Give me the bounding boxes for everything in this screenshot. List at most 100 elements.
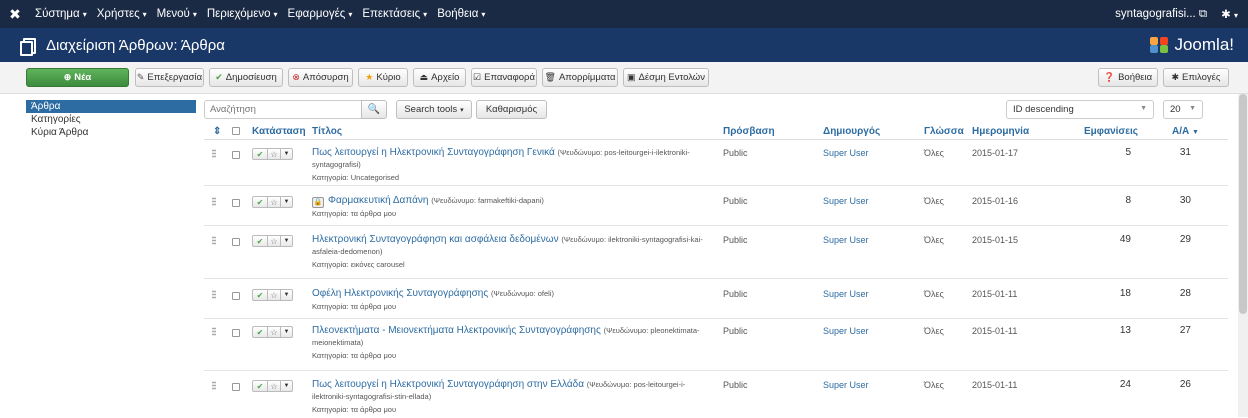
help-button[interactable]: ❓ Βοήθεια bbox=[1098, 68, 1158, 87]
brand-text: Joomla! bbox=[1174, 35, 1234, 54]
actions-dropdown[interactable]: ▼ bbox=[281, 235, 293, 247]
drag-handle[interactable] bbox=[212, 236, 216, 245]
select-all-checkbox[interactable] bbox=[232, 127, 240, 135]
published-toggle[interactable]: ✔ bbox=[252, 148, 268, 160]
vertical-scrollbar[interactable] bbox=[1238, 94, 1248, 417]
column-title[interactable]: Τίτλος bbox=[312, 126, 342, 137]
button-label: Δέσμη Εντολών bbox=[638, 72, 705, 83]
author-link[interactable]: Super User bbox=[823, 235, 869, 245]
trash-icon: 🗑 bbox=[544, 72, 556, 82]
published-toggle[interactable]: ✔ bbox=[252, 326, 268, 338]
featured-toggle[interactable]: ☆ bbox=[268, 196, 281, 208]
drag-handle[interactable] bbox=[212, 149, 216, 158]
search-button[interactable]: 🔍 bbox=[361, 100, 387, 119]
sidebar-item-categories[interactable]: Κατηγορίες bbox=[26, 113, 196, 126]
article-category: Κατηγορία: τα άρθρα μου bbox=[312, 351, 397, 360]
new-button[interactable]: ⊕ Νέα bbox=[26, 68, 129, 87]
row-checkbox[interactable] bbox=[232, 383, 240, 391]
drag-handle[interactable] bbox=[212, 197, 216, 206]
batch-button[interactable]: ▣ Δέσμη Εντολών bbox=[623, 68, 709, 87]
archive-button[interactable]: ⏏ Αρχείο bbox=[413, 68, 466, 87]
scrollbar-thumb[interactable] bbox=[1239, 94, 1247, 314]
published-toggle[interactable]: ✔ bbox=[252, 289, 268, 301]
edit-button[interactable]: ✎ Επεξεργασία bbox=[135, 68, 204, 87]
article-title-link[interactable]: Πως λειτουργεί η Ηλεκτρονική Συνταγογράφ… bbox=[312, 379, 584, 390]
featured-toggle[interactable]: ☆ bbox=[268, 326, 281, 338]
menu-menus[interactable]: Μενού ▾ bbox=[152, 8, 202, 20]
sidebar-item-articles[interactable]: Άρθρα bbox=[26, 100, 196, 113]
column-language[interactable]: Γλώσσα bbox=[924, 126, 964, 137]
author-link[interactable]: Super User bbox=[823, 380, 869, 390]
site-link[interactable]: syntagografisi... ⧉ bbox=[1115, 8, 1207, 21]
author-link[interactable]: Super User bbox=[823, 289, 869, 299]
ordering-select[interactable]: ID descending ▼ bbox=[1006, 100, 1154, 119]
table-row: ✔ ☆ ▼ Ηλεκτρονική Συνταγογράφηση και ασφ… bbox=[204, 233, 1228, 279]
ordering-sort-icon[interactable]: ⇕ bbox=[213, 126, 221, 137]
drag-handle[interactable] bbox=[212, 381, 216, 390]
access-cell: Public bbox=[723, 235, 748, 245]
row-checkbox[interactable] bbox=[232, 199, 240, 207]
search-tools-button[interactable]: Search tools ▾ bbox=[396, 100, 472, 119]
article-title-link[interactable]: Οφέλη Ηλεκτρονικής Συνταγογράφησης bbox=[312, 288, 488, 299]
featured-button[interactable]: ★ Κύριο bbox=[358, 68, 408, 87]
joomla-icon[interactable]: ✖ bbox=[0, 6, 30, 23]
lock-icon[interactable]: 🔒 bbox=[312, 197, 324, 208]
sort-desc-icon: ▼ bbox=[1192, 129, 1199, 136]
clear-button[interactable]: Καθαρισμός bbox=[476, 100, 547, 119]
menu-users[interactable]: Χρήστες ▾ bbox=[92, 8, 152, 20]
article-title-link[interactable]: Πως λειτουργεί η Ηλεκτρονική Συνταγογράφ… bbox=[312, 147, 555, 158]
author-link[interactable]: Super User bbox=[823, 148, 869, 158]
trash-button[interactable]: 🗑 Απορρίμματα bbox=[542, 68, 618, 87]
menu-help[interactable]: Βοήθεια ▾ bbox=[432, 8, 490, 20]
row-checkbox[interactable] bbox=[232, 238, 240, 246]
menu-content[interactable]: Περιεχόμενο ▾ bbox=[202, 8, 283, 20]
column-access[interactable]: Πρόσβαση bbox=[723, 126, 775, 137]
menu-label: Σύστημα bbox=[35, 8, 80, 20]
featured-toggle[interactable]: ☆ bbox=[268, 148, 281, 160]
row-checkbox[interactable] bbox=[232, 329, 240, 337]
search-icon: 🔍 bbox=[367, 104, 381, 115]
article-title-link[interactable]: Πλεονεκτήματα - Μειονεκτήματα Ηλεκτρονικ… bbox=[312, 325, 601, 336]
column-status[interactable]: Κατάσταση bbox=[252, 126, 306, 137]
menu-extensions[interactable]: Επεκτάσεις ▾ bbox=[357, 8, 432, 20]
actions-dropdown[interactable]: ▼ bbox=[281, 289, 293, 301]
publish-button[interactable]: ✔ Δημοσίευση bbox=[209, 68, 283, 87]
menu-components[interactable]: Εφαρμογές ▾ bbox=[283, 8, 358, 20]
drag-handle[interactable] bbox=[212, 327, 216, 336]
article-title-link[interactable]: Ηλεκτρονική Συνταγογράφηση και ασφάλεια … bbox=[312, 234, 559, 245]
featured-toggle[interactable]: ☆ bbox=[268, 380, 281, 392]
published-toggle[interactable]: ✔ bbox=[252, 380, 268, 392]
button-label: Απόσυρση bbox=[302, 72, 349, 83]
joomla-logo: Joomla! bbox=[1150, 35, 1234, 55]
featured-toggle[interactable]: ☆ bbox=[268, 289, 281, 301]
actions-dropdown[interactable]: ▼ bbox=[281, 196, 293, 208]
row-checkbox[interactable] bbox=[232, 292, 240, 300]
author-link[interactable]: Super User bbox=[823, 196, 869, 206]
article-title-block: Πως λειτουργεί η Ηλεκτρονική Συνταγογράφ… bbox=[312, 147, 712, 171]
column-date[interactable]: Ημερομηνία bbox=[972, 126, 1029, 137]
options-button[interactable]: ✱ Επιλογές bbox=[1163, 68, 1229, 87]
article-title-link[interactable]: Φαρμακευτική Δαπάνη bbox=[328, 195, 428, 206]
limit-select[interactable]: 20 ▼ bbox=[1163, 100, 1203, 119]
actions-dropdown[interactable]: ▼ bbox=[281, 380, 293, 392]
language-cell: Όλες bbox=[924, 196, 944, 206]
user-menu[interactable]: ✱ ▾ bbox=[1221, 7, 1238, 21]
checkin-button[interactable]: ☑ Επαναφορά bbox=[471, 68, 537, 87]
actions-dropdown[interactable]: ▼ bbox=[281, 326, 293, 338]
search-input[interactable] bbox=[204, 100, 361, 119]
unpublish-button[interactable]: ⊗ Απόσυρση bbox=[288, 68, 353, 87]
drag-handle[interactable] bbox=[212, 290, 216, 299]
author-link[interactable]: Super User bbox=[823, 326, 869, 336]
gear-icon: ✱ bbox=[1171, 72, 1180, 82]
menu-system[interactable]: Σύστημα ▾ bbox=[30, 8, 92, 20]
published-toggle[interactable]: ✔ bbox=[252, 196, 268, 208]
edit-icon: ✎ bbox=[136, 72, 145, 82]
column-author[interactable]: Δημιουργός bbox=[823, 126, 880, 137]
sidebar-item-featured[interactable]: Κύρια Άρθρα bbox=[26, 126, 196, 139]
row-checkbox[interactable] bbox=[232, 151, 240, 159]
column-hits[interactable]: Εμφανίσεις bbox=[1084, 126, 1138, 137]
featured-toggle[interactable]: ☆ bbox=[268, 235, 281, 247]
actions-dropdown[interactable]: ▼ bbox=[281, 148, 293, 160]
published-toggle[interactable]: ✔ bbox=[252, 235, 268, 247]
column-id[interactable]: Α/Α ▼ bbox=[1172, 126, 1199, 137]
